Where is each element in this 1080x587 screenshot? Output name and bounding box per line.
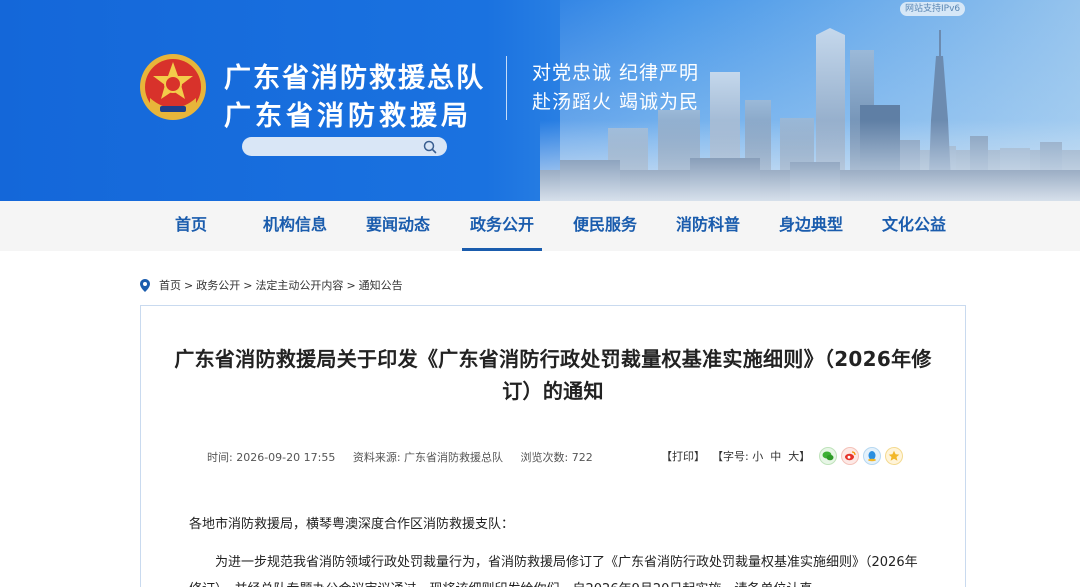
nav-item-services[interactable]: 便民服务 — [565, 201, 645, 251]
site-title-line1: 广东省消防救援总队 — [224, 63, 485, 94]
article-card: 广东省消防救援局关于印发《广东省消防行政处罚裁量权基准实施细则》（2026年修订… — [140, 305, 966, 587]
source-value: 广东省消防救援总队 — [404, 451, 504, 464]
qq-icon[interactable] — [863, 447, 881, 465]
wechat-icon[interactable] — [819, 447, 837, 465]
time-label: 时间: — [207, 451, 233, 464]
nav-item-role-models[interactable]: 身边典型 — [771, 201, 851, 251]
breadcrumb-notices[interactable]: 通知公告 — [359, 277, 403, 293]
search-input[interactable] — [252, 137, 412, 156]
weibo-icon[interactable] — [841, 447, 859, 465]
search-box — [242, 137, 447, 156]
nav-item-news[interactable]: 要闻动态 — [358, 201, 438, 251]
main-nav: 首页 机构信息 要闻动态 政务公开 便民服务 消防科普 身边典型 文化公益 — [0, 201, 1080, 251]
print-button[interactable]: 【打印】 — [661, 450, 705, 463]
article-paragraph: 为进一步规范我省消防领域行政处罚裁量行为，省消防救援局修订了《广东省消防行政处罚… — [189, 555, 918, 587]
breadcrumb-home[interactable]: 首页 — [159, 277, 181, 293]
font-size-small-button[interactable]: 小 — [752, 450, 763, 463]
font-size-medium-button[interactable]: 中 — [770, 450, 781, 463]
article-title: 广东省消防救援局关于印发《广东省消防行政处罚裁量权基准实施细则》（2026年修订… — [174, 347, 932, 403]
breadcrumb-gov-affairs[interactable]: 政务公开 — [196, 277, 240, 293]
article-tools: 【打印】 【字号: 小 中 大】 — [661, 448, 810, 464]
fire-rescue-emblem-logo — [140, 54, 206, 120]
header-divider — [506, 56, 507, 120]
location-pin-icon — [140, 278, 150, 292]
views-label: 浏览次数: — [520, 451, 569, 464]
share-bar — [819, 447, 903, 465]
motto-line1: 对党忠诚 纪律严明 — [532, 62, 700, 84]
qzone-icon[interactable] — [885, 447, 903, 465]
breadcrumb-separator: > — [346, 278, 356, 292]
nav-item-culture[interactable]: 文化公益 — [874, 201, 954, 251]
article-meta: 时间: 2026-09-20 17:55 资料来源: 广东省消防救援总队 浏览次… — [207, 449, 593, 465]
breadcrumb-statutory-disclosure[interactable]: 法定主动公开内容 — [255, 277, 343, 293]
article-greeting: 各地市消防救援局，横琴粤澳深度合作区消防救援支队： — [189, 517, 515, 532]
breadcrumb-separator: > — [184, 278, 194, 292]
nav-item-gov-affairs[interactable]: 政务公开 — [462, 201, 542, 251]
font-size-large-button[interactable]: 大】 — [788, 450, 810, 463]
nav-item-org-info[interactable]: 机构信息 — [255, 201, 335, 251]
breadcrumb-separator: > — [243, 278, 253, 292]
breadcrumb: 首页 > 政务公开 > 法定主动公开内容 > 通知公告 — [140, 277, 403, 293]
publish-time: 2026-09-20 17:55 — [236, 451, 336, 464]
views-count: 722 — [571, 451, 593, 464]
nav-item-fire-science[interactable]: 消防科普 — [668, 201, 748, 251]
ipv6-badge: 网站支持IPv6 — [900, 2, 966, 16]
nav-item-home[interactable]: 首页 — [163, 201, 219, 251]
site-title-line2: 广东省消防救援局 — [224, 101, 472, 132]
header-banner: 网站支持IPv6 广东省消防救援总队 广东省消防救援局 对党忠诚 纪律严明 赴汤… — [0, 0, 1080, 201]
font-size-label: 【字号: — [712, 450, 749, 463]
search-icon[interactable] — [422, 139, 438, 155]
motto-line2: 赴汤蹈火 竭诚为民 — [532, 91, 700, 113]
source-label: 资料来源: — [352, 451, 401, 464]
